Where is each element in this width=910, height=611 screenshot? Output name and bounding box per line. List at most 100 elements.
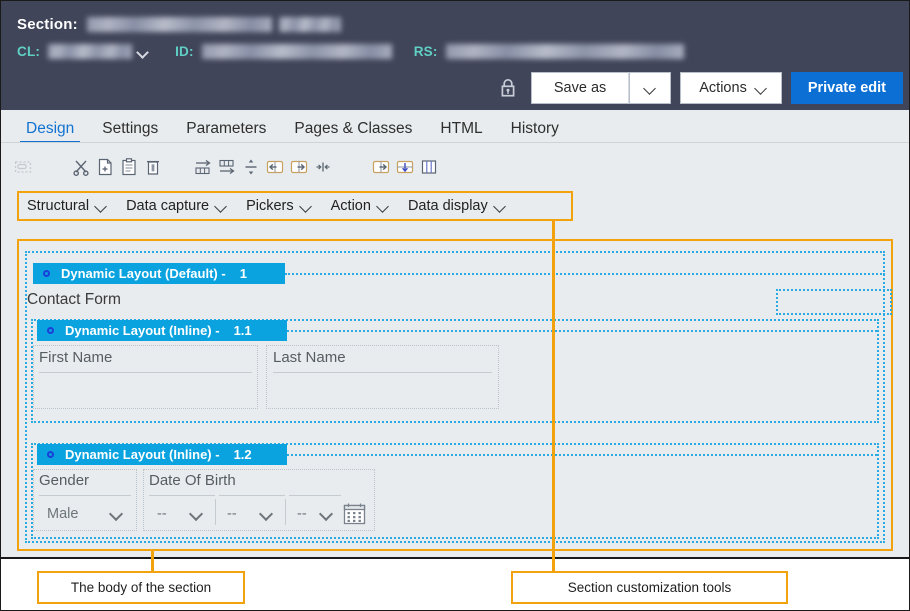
gender-label: Gender xyxy=(39,472,90,489)
gender-underline xyxy=(39,495,131,496)
split-icon[interactable] xyxy=(241,157,261,177)
section-status-redacted xyxy=(278,16,341,32)
dynamic-layout-default-number: 1 xyxy=(239,266,247,281)
section-name-redacted xyxy=(86,16,272,32)
dynamic-layout-inline-1-2-header[interactable]: Dynamic Layout (Inline) - 1.2 xyxy=(37,444,287,465)
chevron-down-icon xyxy=(95,200,107,212)
insert-column-icon[interactable] xyxy=(217,157,237,177)
callout-section-customization-tools: Section customization tools xyxy=(511,571,788,604)
chevron-down-icon xyxy=(755,82,767,94)
rs-value-redacted xyxy=(445,43,684,59)
gender-select-value: Male xyxy=(47,506,79,522)
gender-select[interactable]: Male xyxy=(39,503,131,525)
save-as-split-button[interactable]: Save as xyxy=(530,72,672,104)
dob-month-select[interactable]: -- xyxy=(219,503,281,525)
cut-icon[interactable] xyxy=(71,157,91,177)
id-value-redacted xyxy=(201,43,392,59)
dynamic-layout-inline-1-1-header[interactable]: Dynamic Layout (Inline) - 1.1 xyxy=(37,320,287,341)
cl-value-redacted xyxy=(48,43,133,59)
paste-icon[interactable] xyxy=(119,157,139,177)
tab-history[interactable]: History xyxy=(497,120,573,144)
section-label: Section: xyxy=(17,15,78,33)
merge-icon[interactable] xyxy=(313,157,333,177)
actions-button-label: Actions xyxy=(699,80,747,96)
window-header: Section: CL: ID: RS: Save as Actions Pri… xyxy=(1,1,909,110)
section-title-row: Section: xyxy=(17,13,341,35)
layout-marker-icon xyxy=(47,451,54,458)
dynamic-layout-inline-1-1-label: Dynamic Layout (Inline) - xyxy=(65,323,220,338)
dob-separator xyxy=(215,499,216,525)
chevron-down-icon xyxy=(321,508,333,520)
tab-bar: Design Settings Parameters Pages & Class… xyxy=(1,110,909,143)
tools-callout-connector xyxy=(552,221,555,570)
dynamic-layout-inline-1-1-number: 1.1 xyxy=(233,323,252,338)
category-data-capture-label: Data capture xyxy=(126,198,210,214)
category-pickers[interactable]: Pickers xyxy=(246,198,312,214)
dynamic-layout-default-header[interactable]: Dynamic Layout (Default) - 1 xyxy=(33,263,285,284)
save-as-button[interactable]: Save as xyxy=(530,72,630,104)
id-label: ID: xyxy=(175,43,194,59)
dynamic-layout-default-label: Dynamic Layout (Default) - xyxy=(61,266,226,281)
copy-new-icon[interactable] xyxy=(95,157,115,177)
header-actions: Save as Actions Private edit xyxy=(495,71,903,105)
contact-form-title: Contact Form xyxy=(27,291,121,308)
category-action[interactable]: Action xyxy=(331,198,389,214)
chevron-down-icon xyxy=(215,200,227,212)
empty-cell-placeholder[interactable] xyxy=(776,289,892,315)
chevron-down-icon xyxy=(300,200,312,212)
chevron-down-icon xyxy=(111,508,123,520)
select-region-icon xyxy=(13,157,33,177)
dob-year-underline xyxy=(289,495,341,496)
layout-marker-icon xyxy=(43,270,50,277)
columns-icon[interactable] xyxy=(419,157,439,177)
date-of-birth-label: Date Of Birth xyxy=(149,472,236,489)
category-structural-label: Structural xyxy=(27,198,90,214)
chevron-down-icon xyxy=(261,508,273,520)
insert-right-icon[interactable] xyxy=(371,157,391,177)
layout-header-rule xyxy=(285,273,885,275)
cl-dropdown-chevron-icon[interactable] xyxy=(136,45,149,58)
private-edit-button[interactable]: Private edit xyxy=(790,72,903,104)
tab-pages-classes[interactable]: Pages & Classes xyxy=(280,120,426,144)
rs-label: RS: xyxy=(413,43,438,59)
dob-year-select[interactable]: -- xyxy=(289,503,341,525)
first-name-label: First Name xyxy=(39,349,113,366)
category-pickers-label: Pickers xyxy=(246,198,294,214)
tab-settings[interactable]: Settings xyxy=(88,120,172,144)
tab-parameters[interactable]: Parameters xyxy=(172,120,280,144)
last-name-underline xyxy=(273,372,492,373)
dob-separator xyxy=(285,499,286,525)
cl-label: CL: xyxy=(17,43,41,59)
actions-button[interactable]: Actions xyxy=(680,72,782,104)
category-structural[interactable]: Structural xyxy=(27,198,107,214)
dob-day-select[interactable]: -- xyxy=(149,503,211,525)
save-as-dropdown-button[interactable] xyxy=(629,72,672,104)
dynamic-layout-inline-1-2-label: Dynamic Layout (Inline) - xyxy=(65,447,220,462)
category-action-label: Action xyxy=(330,198,371,214)
dynamic-layout-inline-1-2-number: 1.2 xyxy=(233,447,252,462)
move-left-icon[interactable] xyxy=(265,157,285,177)
calendar-icon[interactable] xyxy=(342,501,367,531)
section-meta-row: CL: ID: RS: xyxy=(17,41,684,61)
chevron-down-icon xyxy=(191,508,203,520)
body-callout-connector-lower xyxy=(151,557,154,571)
layout-header-rule xyxy=(287,454,877,456)
first-name-underline xyxy=(39,372,252,373)
tab-html[interactable]: HTML xyxy=(426,120,496,144)
dob-day-underline xyxy=(149,495,215,496)
lock-icon[interactable] xyxy=(495,75,521,101)
chevron-down-icon xyxy=(644,82,656,94)
category-data-display[interactable]: Data display xyxy=(408,198,506,214)
section-designer-window: Section: CL: ID: RS: Save as Actions Pri… xyxy=(0,0,910,611)
insert-below-icon[interactable] xyxy=(395,157,415,177)
dob-year-value: -- xyxy=(297,506,307,522)
tab-design[interactable]: Design xyxy=(12,120,88,144)
category-data-capture[interactable]: Data capture xyxy=(126,198,227,214)
delete-icon[interactable] xyxy=(143,157,163,177)
dob-month-underline xyxy=(219,495,285,496)
canvas-bottom-border xyxy=(1,557,909,559)
dob-day-value: -- xyxy=(157,506,167,522)
move-right-icon[interactable] xyxy=(289,157,309,177)
dob-month-value: -- xyxy=(227,506,237,522)
insert-row-icon[interactable] xyxy=(193,157,213,177)
